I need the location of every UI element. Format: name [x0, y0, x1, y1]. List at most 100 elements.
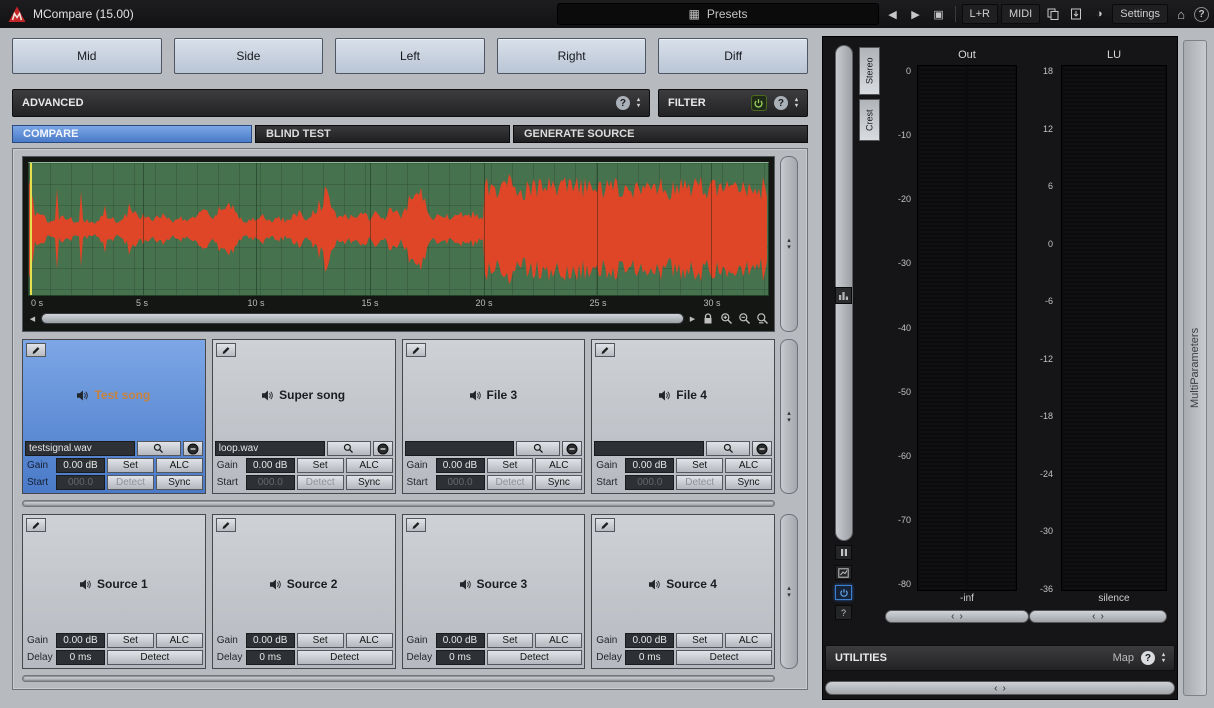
half-circle-icon[interactable]: ◑: [1089, 4, 1109, 24]
next-preset-icon[interactable]: ▶: [906, 4, 926, 24]
utilities-bar[interactable]: UTILITIES Map ? ▴ ▾: [825, 645, 1175, 671]
lu-meter[interactable]: [1061, 65, 1167, 591]
edit-icon[interactable]: [216, 518, 236, 532]
detect-button[interactable]: Detect: [107, 475, 154, 490]
scroll-up-icon[interactable]: ▴: [787, 410, 791, 417]
waveform[interactable]: [29, 163, 768, 295]
remove-file-button[interactable]: [752, 441, 772, 456]
melda-logo[interactable]: [8, 6, 26, 23]
scroll-right-icon[interactable]: ›: [1003, 683, 1006, 694]
filter-power-icon[interactable]: [751, 95, 767, 111]
waveform-display[interactable]: [28, 162, 769, 296]
scrollbar-thumb[interactable]: [42, 314, 683, 323]
presets-button[interactable]: ▦ Presets: [557, 3, 879, 25]
fader-right-icon[interactable]: ›: [1101, 612, 1104, 622]
start-value[interactable]: 000.0: [436, 475, 485, 490]
gain-value[interactable]: 0.00 dB: [56, 633, 105, 648]
tab-compare[interactable]: COMPARE: [12, 125, 252, 143]
fader-left-icon[interactable]: ‹: [951, 612, 954, 622]
remove-file-button[interactable]: [562, 441, 582, 456]
midi-button[interactable]: MIDI: [1001, 4, 1040, 24]
set-button[interactable]: Set: [297, 458, 344, 473]
graph-window-icon[interactable]: [835, 565, 852, 580]
browse-file-button[interactable]: [137, 441, 181, 456]
edit-icon[interactable]: [595, 518, 615, 532]
detect-button[interactable]: Detect: [487, 650, 583, 665]
detect-button[interactable]: Detect: [487, 475, 534, 490]
filter-help-icon[interactable]: ?: [774, 96, 788, 110]
start-value[interactable]: 000.0: [246, 475, 295, 490]
gain-value[interactable]: 0.00 dB: [56, 458, 105, 473]
fader-right-icon[interactable]: ›: [960, 612, 963, 622]
waveform-vertical-zoom[interactable]: ▴ ▾: [780, 156, 798, 332]
remove-file-button[interactable]: [373, 441, 393, 456]
comparison-slot-1[interactable]: Test song Gain: [22, 339, 206, 494]
scroll-down-icon[interactable]: ▾: [787, 592, 791, 599]
slot-row-scroll[interactable]: ▴ ▾: [780, 339, 798, 494]
scrollbar-thumb[interactable]: [24, 677, 773, 680]
channel-right-button[interactable]: Right: [497, 38, 647, 74]
paste-settings-icon[interactable]: [1066, 4, 1086, 24]
gain-value[interactable]: 0.00 dB: [436, 633, 485, 648]
out-meter[interactable]: [917, 65, 1017, 591]
gain-value[interactable]: 0.00 dB: [246, 458, 295, 473]
zoom-down-icon[interactable]: ▾: [787, 244, 791, 251]
channel-mid-button[interactable]: Mid: [12, 38, 162, 74]
start-value[interactable]: 000.0: [625, 475, 674, 490]
meter-panel-hscrollbar[interactable]: ‹ ›: [825, 681, 1175, 695]
scroll-up-icon[interactable]: ▴: [787, 585, 791, 592]
delay-value[interactable]: 0 ms: [246, 650, 295, 665]
browse-file-button[interactable]: [327, 441, 371, 456]
spinner-down-icon[interactable]: ▾: [637, 103, 640, 109]
tab-blind-test[interactable]: BLIND TEST: [255, 125, 510, 143]
scroll-left-icon[interactable]: ‹: [994, 683, 997, 694]
playhead-cursor[interactable]: [30, 163, 32, 295]
file-path-input[interactable]: [215, 441, 325, 456]
browse-file-button[interactable]: [516, 441, 560, 456]
copy-settings-icon[interactable]: [1043, 4, 1063, 24]
channel-left-button[interactable]: Left: [335, 38, 485, 74]
source-row-scroll[interactable]: ▴ ▾: [780, 514, 798, 669]
lock-icon[interactable]: [701, 312, 715, 325]
file-path-input[interactable]: [594, 441, 704, 456]
channel-side-button[interactable]: Side: [174, 38, 324, 74]
gain-value[interactable]: 0.00 dB: [436, 458, 485, 473]
lu-meter-fader[interactable]: ‹ ›: [1029, 610, 1167, 623]
set-button[interactable]: Set: [676, 633, 723, 648]
advanced-help-icon[interactable]: ?: [616, 96, 630, 110]
alc-button[interactable]: ALC: [535, 633, 582, 648]
fader-left-icon[interactable]: ‹: [1092, 612, 1095, 622]
edit-icon[interactable]: [26, 518, 46, 532]
advanced-bar[interactable]: ADVANCED ? ▴ ▾: [12, 89, 650, 117]
delay-value[interactable]: 0 ms: [625, 650, 674, 665]
meter-mode-icon[interactable]: [835, 287, 852, 304]
detect-button[interactable]: Detect: [676, 650, 772, 665]
set-button[interactable]: Set: [487, 633, 534, 648]
sync-button[interactable]: Sync: [725, 475, 772, 490]
remove-file-button[interactable]: [183, 441, 203, 456]
scrollbar-thumb[interactable]: [24, 502, 773, 505]
zoom-out-icon[interactable]: [737, 312, 751, 325]
set-button[interactable]: Set: [107, 633, 154, 648]
scroll-down-icon[interactable]: ▾: [787, 417, 791, 424]
edit-icon[interactable]: [26, 343, 46, 357]
zoom-up-icon[interactable]: ▴: [787, 237, 791, 244]
source-slot-2[interactable]: Source 2 Gain 0.00 dB Set ALC Delay 0 ms: [212, 514, 396, 669]
spinner-down-icon[interactable]: ▾: [1162, 658, 1165, 664]
out-meter-fader[interactable]: ‹ ›: [885, 610, 1029, 623]
set-button[interactable]: Set: [107, 458, 154, 473]
alc-button[interactable]: ALC: [725, 633, 772, 648]
filter-bar[interactable]: FILTER ? ▴ ▾: [658, 89, 808, 117]
gain-value[interactable]: 0.00 dB: [625, 458, 674, 473]
channel-mode-button[interactable]: L+R: [962, 4, 999, 24]
zoom-fit-icon[interactable]: [755, 312, 769, 325]
tab-generate-source[interactable]: GENERATE SOURCE: [513, 125, 808, 143]
alc-button[interactable]: ALC: [535, 458, 582, 473]
source-slot-3[interactable]: Source 3 Gain 0.00 dB Set ALC Delay 0 ms: [402, 514, 586, 669]
alc-button[interactable]: ALC: [725, 458, 772, 473]
detect-button[interactable]: Detect: [297, 475, 344, 490]
set-button[interactable]: Set: [676, 458, 723, 473]
advanced-spinner[interactable]: ▴ ▾: [637, 97, 640, 109]
utilities-help-icon[interactable]: ?: [1141, 651, 1155, 665]
set-button[interactable]: Set: [487, 458, 534, 473]
